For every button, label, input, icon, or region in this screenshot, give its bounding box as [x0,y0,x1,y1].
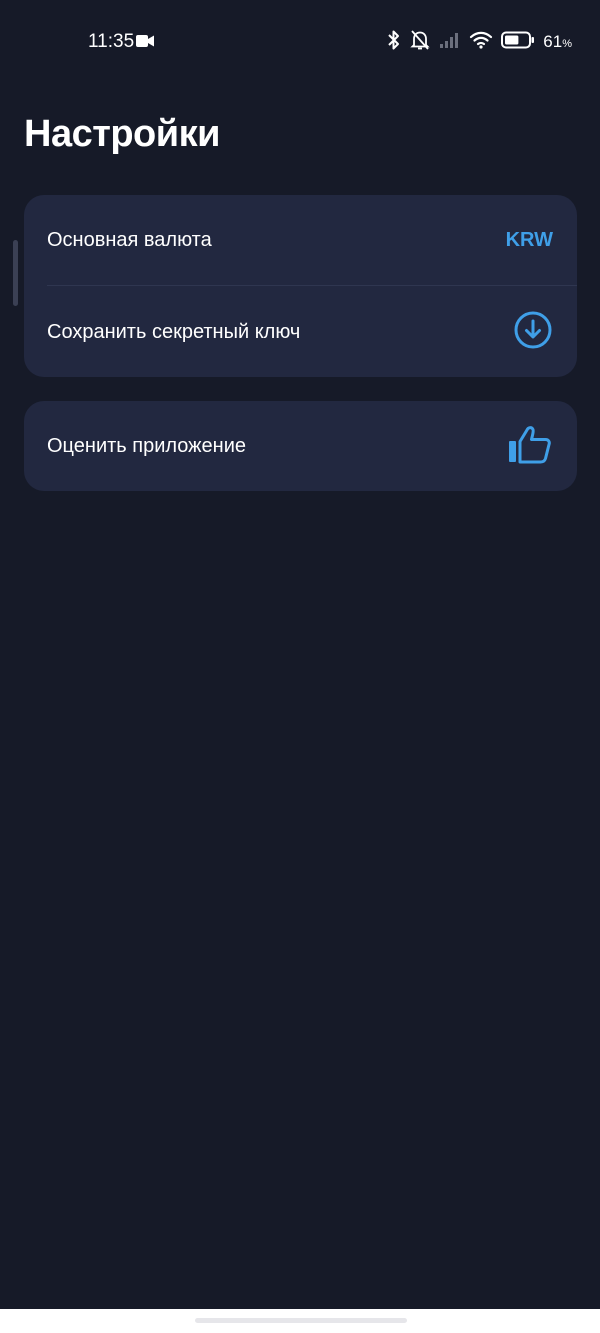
video-camera-icon [136,34,155,53]
settings-card-general: Основная валюта KRW Сохранить секретный … [24,195,577,377]
battery-percent-value: 61 [543,32,563,51]
save-secret-key-label: Сохранить секретный ключ [47,320,301,343]
settings-card-feedback: Оценить приложение [24,401,577,491]
scroll-indicator[interactable] [13,240,18,306]
wifi-icon [469,30,493,55]
battery-percent-unit: % [562,38,572,50]
status-icons: 61% [387,28,572,56]
save-secret-key-row[interactable]: Сохранить секретный ключ [24,287,577,377]
download-circle-icon[interactable] [513,310,553,355]
base-currency-row[interactable]: Основная валюта KRW [24,195,577,285]
status-bar: 11:35 61% [0,0,600,84]
status-time: 11:35 [88,31,135,52]
base-currency-value[interactable]: KRW [506,229,553,252]
rate-app-label: Оценить приложение [47,434,247,457]
thumbs-up-icon[interactable] [507,424,553,469]
home-indicator[interactable] [195,1318,407,1323]
bluetooth-icon [387,29,401,56]
battery-icon [501,31,535,54]
cellular-signal-icon [439,31,461,54]
bell-muted-icon [409,29,431,56]
rate-app-row[interactable]: Оценить приложение [24,401,577,491]
page-title: Настройки [24,113,220,155]
battery-percentage: 61% [543,32,572,52]
base-currency-label: Основная валюта [47,228,212,251]
row-divider [47,285,577,286]
